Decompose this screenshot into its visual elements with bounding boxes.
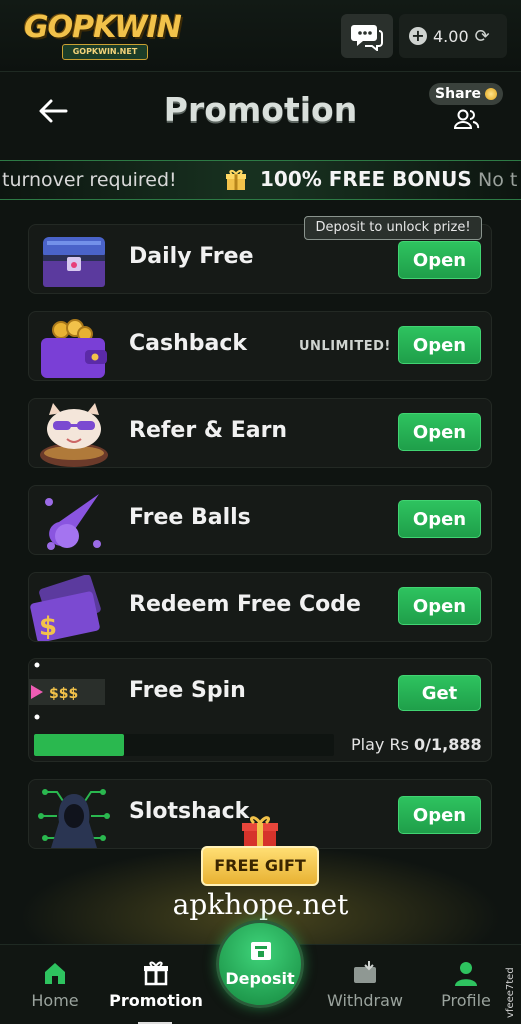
promo-card-cashback[interactable]: Cashback UNLIMITED! Open: [28, 311, 492, 381]
add-funds-icon[interactable]: +: [409, 27, 427, 45]
progress-label: Play Rs: [351, 735, 409, 754]
nav-label-withdraw: Withdraw: [327, 991, 403, 1010]
deposit-icon: [251, 942, 271, 960]
cat-mascot-icon: [40, 403, 108, 467]
promo-card-daily-free[interactable]: Daily Free Deposit to unlock prize! Open: [28, 216, 492, 294]
get-button[interactable]: Get: [398, 675, 481, 711]
chat-button[interactable]: [341, 14, 393, 58]
promo-card-free-balls[interactable]: Free Balls Open: [28, 485, 492, 555]
promo-title: Free Spin: [129, 678, 246, 703]
promo-title: Redeem Free Code: [129, 592, 361, 617]
nav-label-home: Home: [31, 991, 79, 1010]
watermark-text: apkhope.net: [172, 888, 349, 921]
nav-label-promotion: Promotion: [109, 991, 203, 1010]
side-credit-text: vfeee7ted: [505, 967, 516, 1018]
open-button[interactable]: Open: [398, 796, 481, 834]
open-button[interactable]: Open: [398, 326, 481, 364]
marquee-bonus-text: 100% FREE BONUS: [260, 167, 472, 191]
unlock-tooltip: Deposit to unlock prize!: [304, 216, 482, 240]
promo-title: Daily Free: [129, 244, 254, 269]
page-header: Promotion Share: [0, 72, 521, 162]
app-logo[interactable]: GOPKWIN GOPKWIN.NET: [24, 10, 184, 60]
slot-icon-text: $$$: [49, 686, 78, 702]
treasure-chest-icon: [43, 237, 105, 287]
nav-label-profile: Profile: [441, 991, 491, 1010]
marquee-text-right: No t: [478, 169, 518, 191]
top-bar: GOPKWIN GOPKWIN.NET + 4.00 ⟳: [0, 0, 521, 72]
chat-icon: [351, 25, 383, 51]
open-button[interactable]: Open: [398, 413, 481, 451]
nav-home[interactable]: Home: [20, 945, 90, 1024]
logo-subtitle: GOPKWIN.NET: [62, 44, 148, 60]
profile-icon: [455, 962, 477, 986]
nav-profile[interactable]: Profile: [430, 945, 502, 1024]
open-button[interactable]: Open: [398, 587, 481, 625]
promo-card-free-spin[interactable]: $$$ Free Spin Get Play Rs 0/1,888: [28, 658, 492, 762]
deposit-label: Deposit: [225, 969, 295, 988]
progress-value: 0/1,888: [414, 735, 482, 754]
deposit-button[interactable]: Deposit: [216, 920, 304, 1008]
balance-value: 4.00: [433, 26, 469, 46]
nav-promotion[interactable]: Promotion: [104, 945, 208, 1024]
gift-nav-icon: [144, 961, 168, 986]
open-button[interactable]: Open: [398, 500, 481, 538]
wallet-coins-icon: [41, 319, 107, 378]
promo-title: Slotshack: [129, 799, 250, 824]
ticket-icon: $: [30, 575, 101, 641]
logo-text: GOPKWIN: [24, 10, 182, 45]
svg-text:$: $: [39, 612, 57, 641]
promo-marquee: turnover required! 100% FREE BONUS No t: [0, 160, 521, 200]
promo-card-refer-earn[interactable]: Refer & Earn Open: [28, 398, 492, 468]
promo-card-redeem-code[interactable]: $ Redeem Free Code Open: [28, 572, 492, 642]
ball-icon: [45, 494, 101, 550]
spin-progress-bar: [34, 734, 334, 756]
balance-box[interactable]: + 4.00 ⟳: [399, 14, 507, 58]
share-badge[interactable]: Share: [429, 83, 503, 105]
promo-title: Refer & Earn: [129, 418, 288, 443]
share-users-icon[interactable]: [452, 108, 480, 130]
refresh-icon[interactable]: ⟳: [475, 26, 490, 47]
hacker-icon: [38, 789, 110, 848]
unlimited-tag: UNLIMITED!: [299, 339, 391, 354]
spin-progress-fill: [34, 734, 124, 756]
promo-title: Cashback: [129, 331, 248, 356]
open-button[interactable]: Open: [398, 241, 481, 279]
free-gift-button[interactable]: FREE GIFT: [201, 846, 319, 886]
marquee-text-left: turnover required!: [2, 169, 177, 191]
share-label: Share: [435, 86, 481, 102]
nav-withdraw[interactable]: Withdraw: [320, 945, 410, 1024]
slot-machine-icon: $$$: [29, 662, 105, 720]
gift-icon: [226, 169, 246, 190]
home-icon: [45, 963, 65, 984]
coin-icon: [484, 88, 497, 100]
promo-title: Free Balls: [129, 505, 251, 530]
spin-progress-text: Play Rs 0/1,888: [351, 735, 482, 754]
withdraw-wallet-icon: [354, 961, 376, 983]
